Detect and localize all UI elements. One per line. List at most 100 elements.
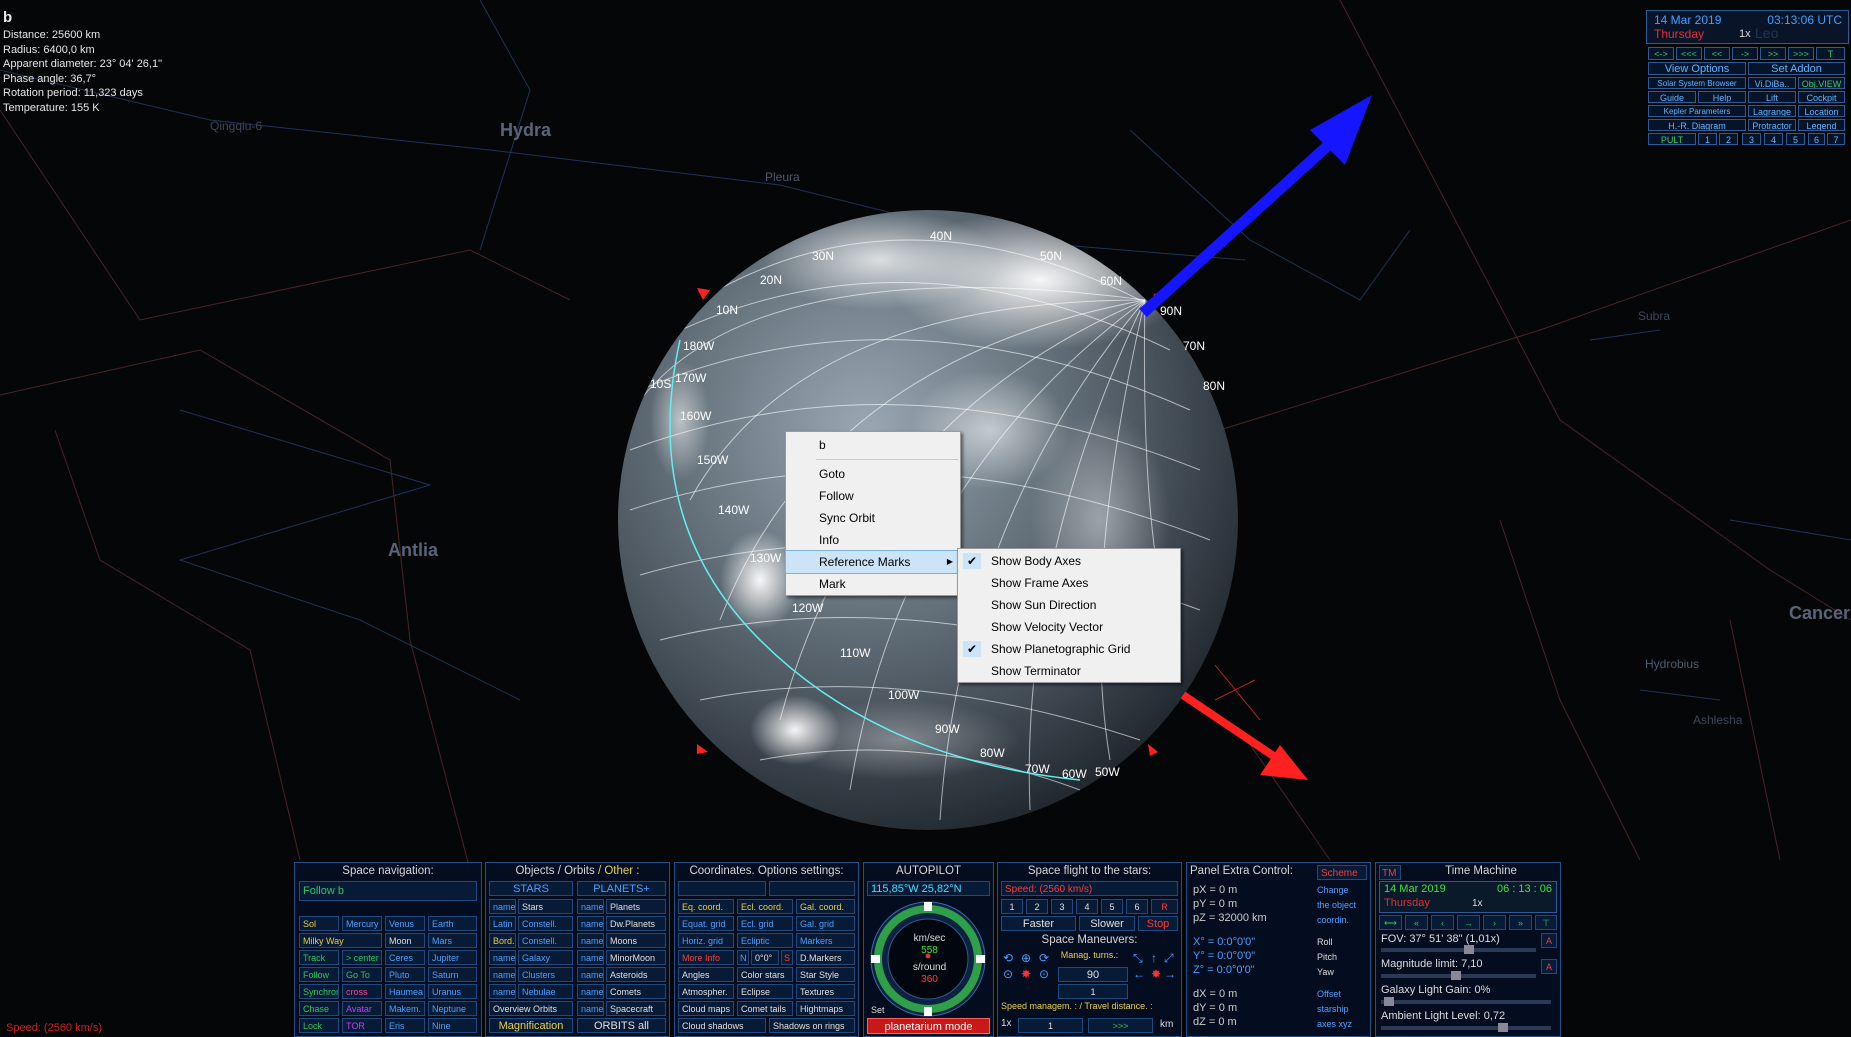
tm-button[interactable]: TM — [1379, 865, 1401, 880]
comets-toggle[interactable]: Comets — [606, 984, 666, 999]
eclipse-toggle[interactable]: Eclipse — [737, 984, 793, 999]
stars-header-button[interactable]: STARS — [489, 881, 573, 896]
magnitude-reset-button[interactable]: A — [1541, 959, 1557, 974]
shadows-on-rings-toggle[interactable]: Shadows on rings — [769, 1018, 855, 1033]
moons-toggle[interactable]: Moons — [606, 933, 666, 948]
eq-coord-toggle[interactable]: Eq. coord. — [678, 899, 734, 914]
submenu-show-body-axes[interactable]: ✔ Show Body Axes — [958, 550, 1180, 572]
yaw-label[interactable]: Yaw — [1317, 965, 1337, 980]
view-options-button[interactable]: View Options — [1648, 62, 1746, 75]
right-icon[interactable]: ⊙ — [1039, 967, 1049, 981]
slower-button[interactable]: Slower — [1079, 916, 1135, 931]
constell-toggle[interactable]: Constell. — [518, 916, 573, 931]
bord-toggle[interactable]: Bord. — [489, 933, 516, 948]
spacecraft-toggle[interactable]: Spacecraft — [606, 1001, 666, 1016]
speed-3-button[interactable]: 3 — [1051, 899, 1073, 914]
submenu-show-planetographic-grid[interactable]: ✔ Show Planetographic Grid — [958, 638, 1180, 660]
nav-goto[interactable]: Go To — [342, 967, 382, 982]
nebulae-name-toggle[interactable]: name — [489, 984, 516, 999]
tm-fastforward-icon[interactable]: » — [1509, 915, 1532, 930]
set-addon-button[interactable]: Set Addon — [1748, 62, 1845, 75]
markers-toggle[interactable]: Markers — [796, 933, 855, 948]
next-icon[interactable]: → — [1164, 967, 1176, 981]
comets-name-toggle[interactable]: name — [577, 984, 604, 999]
stars-name-toggle[interactable]: name — [489, 899, 516, 914]
ambient-light-slider-handle[interactable] — [1498, 1023, 1508, 1032]
time-btn[interactable]: -> — [1732, 47, 1758, 60]
submenu-show-velocity-vector[interactable]: Show Velocity Vector — [958, 616, 1180, 638]
fov-reset-button[interactable]: A — [1541, 933, 1557, 948]
more-info-toggle[interactable]: More Info — [678, 950, 734, 965]
step2-value[interactable]: 1 — [1018, 1018, 1083, 1033]
location-button[interactable]: Location — [1798, 105, 1845, 117]
time-btn[interactable]: >> — [1760, 47, 1786, 60]
asteroids-toggle[interactable]: Asteroids — [606, 967, 666, 982]
go-button[interactable]: >>> — [1088, 1018, 1153, 1033]
time-btn[interactable]: <<< — [1676, 47, 1702, 60]
dwplanets-toggle[interactable]: Dw.Planets — [606, 916, 666, 931]
left-icon[interactable]: ⊙ — [1003, 967, 1013, 981]
pult-1-button[interactable]: 1 — [1698, 133, 1717, 145]
north-toggle[interactable]: N — [737, 950, 749, 965]
magnification-button[interactable]: Magnification — [489, 1018, 573, 1033]
nav-earth[interactable]: Earth — [428, 916, 477, 931]
atmosphere-toggle[interactable]: Atmospher. — [678, 984, 734, 999]
tm-play-icon[interactable]: → — [1457, 915, 1480, 930]
nav-jupiter[interactable]: Jupiter — [428, 950, 477, 965]
nav-mars[interactable]: Mars — [428, 933, 477, 948]
nav-mercury[interactable]: Mercury — [342, 916, 382, 931]
submenu-show-frame-axes[interactable]: Show Frame Axes — [958, 572, 1180, 594]
kepler-parameters-button[interactable]: Kepler Parameters — [1648, 105, 1746, 117]
nav-cross[interactable]: cross — [342, 984, 382, 999]
galaxy-toggle[interactable]: Galaxy — [518, 950, 573, 965]
nav-lock[interactable]: Lock — [299, 1018, 339, 1033]
ambient-light-slider[interactable] — [1381, 1026, 1551, 1030]
speed-4-button[interactable]: 4 — [1076, 899, 1098, 914]
stars-toggle[interactable]: Stars — [518, 899, 573, 914]
time-btn[interactable]: >>> — [1788, 47, 1814, 60]
horiz-grid-toggle[interactable]: Horiz. grid — [678, 933, 734, 948]
shrink-icon[interactable]: ⤢ — [1164, 951, 1174, 966]
prev-icon[interactable]: ← — [1133, 967, 1145, 981]
angles-toggle[interactable]: Angles — [678, 967, 734, 982]
offset-button[interactable]: Offset starship axes xyz — [1317, 987, 1352, 1032]
clusters-toggle[interactable]: Clusters — [518, 967, 573, 982]
star-style-toggle[interactable]: Star Style — [796, 967, 855, 982]
pult-7-button[interactable]: 7 — [1827, 133, 1845, 145]
nav-track[interactable]: Track — [299, 950, 339, 965]
lift-button[interactable]: Lift — [1748, 91, 1796, 103]
tm-now-icon[interactable]: ⊤ — [1535, 915, 1557, 930]
equat-grid-toggle[interactable]: Equat. grid — [678, 916, 734, 931]
scheme-button[interactable]: Scheme — [1317, 865, 1367, 880]
coords-field-2[interactable] — [769, 881, 855, 896]
constell-border-toggle[interactable]: Constell. — [518, 933, 573, 948]
nav-synchron[interactable]: Synchron. — [299, 984, 339, 999]
south-toggle[interactable]: S — [781, 950, 793, 965]
follow-target-field[interactable]: Follow b — [299, 881, 477, 901]
cockpit-button[interactable]: Cockpit — [1798, 91, 1845, 103]
menu-reference-marks[interactable]: Reference Marks ▶ — [785, 550, 961, 574]
nav-neptune[interactable]: Neptune — [428, 1001, 477, 1016]
zero-coord-field[interactable]: 0°0° — [751, 950, 779, 965]
speed-reset-button[interactable]: R — [1151, 899, 1178, 914]
magnitude-slider-handle[interactable] — [1451, 971, 1461, 980]
fov-slider-handle[interactable] — [1464, 945, 1474, 954]
coords-field-1[interactable] — [678, 881, 766, 896]
speed-2-button[interactable]: 2 — [1026, 899, 1048, 914]
ecliptic-toggle[interactable]: Ecliptic — [737, 933, 793, 948]
gal-grid-toggle[interactable]: Gal. grid — [796, 916, 855, 931]
nav-chase[interactable]: Chase — [299, 1001, 339, 1016]
help-button[interactable]: Help — [1698, 91, 1746, 103]
nav-center[interactable]: > center — [342, 950, 382, 965]
submenu-show-sun-direction[interactable]: Show Sun Direction — [958, 594, 1180, 616]
target-icon[interactable]: ✸ — [1151, 967, 1161, 981]
ecl-grid-toggle[interactable]: Ecl. grid — [737, 916, 793, 931]
gal-coord-toggle[interactable]: Gal. coord. — [796, 899, 855, 914]
guide-button[interactable]: Guide — [1648, 91, 1696, 103]
tm-forward-icon[interactable]: › — [1483, 915, 1506, 930]
latin-toggle[interactable]: Latin — [489, 916, 516, 931]
stop-button[interactable]: Stop — [1138, 916, 1178, 931]
nav-ceres[interactable]: Ceres — [385, 950, 425, 965]
rotate-up-icon[interactable]: ⊕ — [1021, 951, 1031, 965]
pult-3-button[interactable]: 3 — [1742, 133, 1761, 145]
